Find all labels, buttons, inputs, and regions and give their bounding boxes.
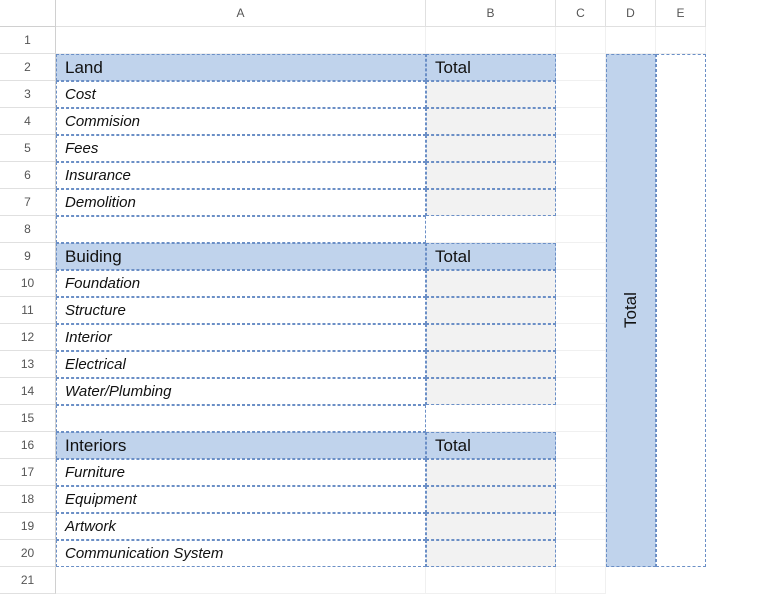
land-item-cost-value[interactable]	[426, 81, 556, 108]
cell-B8[interactable]	[426, 216, 556, 243]
land-item-cost[interactable]: Cost	[56, 81, 426, 108]
cell-A8[interactable]	[56, 216, 426, 243]
row-header-7[interactable]: 7	[0, 189, 56, 216]
building-item-interior[interactable]: Interior	[56, 324, 426, 351]
interiors-item-comms-value[interactable]	[426, 540, 556, 567]
row-header-9[interactable]: 9	[0, 243, 56, 270]
land-total-label[interactable]: Total	[426, 54, 556, 81]
row-header-18[interactable]: 18	[0, 486, 56, 513]
cell-B21[interactable]	[426, 567, 556, 594]
interiors-total-label[interactable]: Total	[426, 432, 556, 459]
cell-A1[interactable]	[56, 27, 426, 54]
col-header-C[interactable]: C	[556, 0, 606, 27]
cell-D1[interactable]	[606, 27, 656, 54]
row-header-1[interactable]: 1	[0, 27, 56, 54]
interiors-item-artwork-value[interactable]	[426, 513, 556, 540]
cell-C6[interactable]	[556, 162, 606, 189]
vertical-total[interactable]: Total	[606, 54, 656, 567]
interiors-title[interactable]: Interiors	[56, 432, 426, 459]
cell-C17[interactable]	[556, 459, 606, 486]
row-header-12[interactable]: 12	[0, 324, 56, 351]
cell-C3[interactable]	[556, 81, 606, 108]
cell-A15[interactable]	[56, 405, 426, 432]
land-item-insurance-value[interactable]	[426, 162, 556, 189]
cell-C21[interactable]	[556, 567, 606, 594]
land-item-commission-value[interactable]	[426, 108, 556, 135]
building-title[interactable]: Buiding	[56, 243, 426, 270]
interiors-item-equipment[interactable]: Equipment	[56, 486, 426, 513]
cell-C10[interactable]	[556, 270, 606, 297]
cell-C15[interactable]	[556, 405, 606, 432]
interiors-item-equipment-value[interactable]	[426, 486, 556, 513]
row-header-15[interactable]: 15	[0, 405, 56, 432]
col-header-A[interactable]: A	[56, 0, 426, 27]
land-item-commission[interactable]: Commision	[56, 108, 426, 135]
cell-C14[interactable]	[556, 378, 606, 405]
cell-C9[interactable]	[556, 243, 606, 270]
interiors-item-artwork[interactable]: Artwork	[56, 513, 426, 540]
building-item-foundation-value[interactable]	[426, 270, 556, 297]
row-header-10[interactable]: 10	[0, 270, 56, 297]
land-item-demolition-value[interactable]	[426, 189, 556, 216]
building-item-plumbing-value[interactable]	[426, 378, 556, 405]
row-header-16[interactable]: 16	[0, 432, 56, 459]
row-header-17[interactable]: 17	[0, 459, 56, 486]
row-header-14[interactable]: 14	[0, 378, 56, 405]
row-header-8[interactable]: 8	[0, 216, 56, 243]
building-item-electrical[interactable]: Electrical	[56, 351, 426, 378]
cell-A21[interactable]	[56, 567, 426, 594]
cell-C11[interactable]	[556, 297, 606, 324]
row-header-6[interactable]: 6	[0, 162, 56, 189]
interiors-item-furniture-value[interactable]	[426, 459, 556, 486]
cell-C2[interactable]	[556, 54, 606, 81]
cell-C18[interactable]	[556, 486, 606, 513]
row-header-4[interactable]: 4	[0, 108, 56, 135]
building-total-label[interactable]: Total	[426, 243, 556, 270]
cell-C4[interactable]	[556, 108, 606, 135]
row-header-19[interactable]: 19	[0, 513, 56, 540]
row-header-13[interactable]: 13	[0, 351, 56, 378]
col-header-E[interactable]: E	[656, 0, 706, 27]
cell-C13[interactable]	[556, 351, 606, 378]
land-title[interactable]: Land	[56, 54, 426, 81]
interiors-item-comms[interactable]: Communication System	[56, 540, 426, 567]
land-item-insurance[interactable]: Insurance	[56, 162, 426, 189]
building-item-plumbing[interactable]: Water/Plumbing	[56, 378, 426, 405]
cell-C12[interactable]	[556, 324, 606, 351]
row-header-2[interactable]: 2	[0, 54, 56, 81]
building-item-electrical-value[interactable]	[426, 351, 556, 378]
row-header-5[interactable]: 5	[0, 135, 56, 162]
land-item-fees-value[interactable]	[426, 135, 556, 162]
row-header-11[interactable]: 11	[0, 297, 56, 324]
row-header-3[interactable]: 3	[0, 81, 56, 108]
cell-C7[interactable]	[556, 189, 606, 216]
select-all-corner[interactable]	[0, 0, 56, 27]
cell-B1[interactable]	[426, 27, 556, 54]
land-item-fees[interactable]: Fees	[56, 135, 426, 162]
col-header-D[interactable]: D	[606, 0, 656, 27]
cell-C5[interactable]	[556, 135, 606, 162]
spreadsheet-grid[interactable]: A B C D E 1 2 Land Total Total 3 Cost 4 …	[0, 0, 762, 594]
cell-C19[interactable]	[556, 513, 606, 540]
cell-C8[interactable]	[556, 216, 606, 243]
cell-C16[interactable]	[556, 432, 606, 459]
vertical-side[interactable]	[656, 54, 706, 567]
cell-C20[interactable]	[556, 540, 606, 567]
interiors-item-furniture[interactable]: Furniture	[56, 459, 426, 486]
building-item-interior-value[interactable]	[426, 324, 556, 351]
building-item-structure[interactable]: Structure	[56, 297, 426, 324]
col-header-B[interactable]: B	[426, 0, 556, 27]
land-item-demolition[interactable]: Demolition	[56, 189, 426, 216]
cell-B15[interactable]	[426, 405, 556, 432]
building-item-structure-value[interactable]	[426, 297, 556, 324]
row-header-21[interactable]: 21	[0, 567, 56, 594]
row-header-20[interactable]: 20	[0, 540, 56, 567]
building-item-foundation[interactable]: Foundation	[56, 270, 426, 297]
cell-E1[interactable]	[656, 27, 706, 54]
cell-C1[interactable]	[556, 27, 606, 54]
